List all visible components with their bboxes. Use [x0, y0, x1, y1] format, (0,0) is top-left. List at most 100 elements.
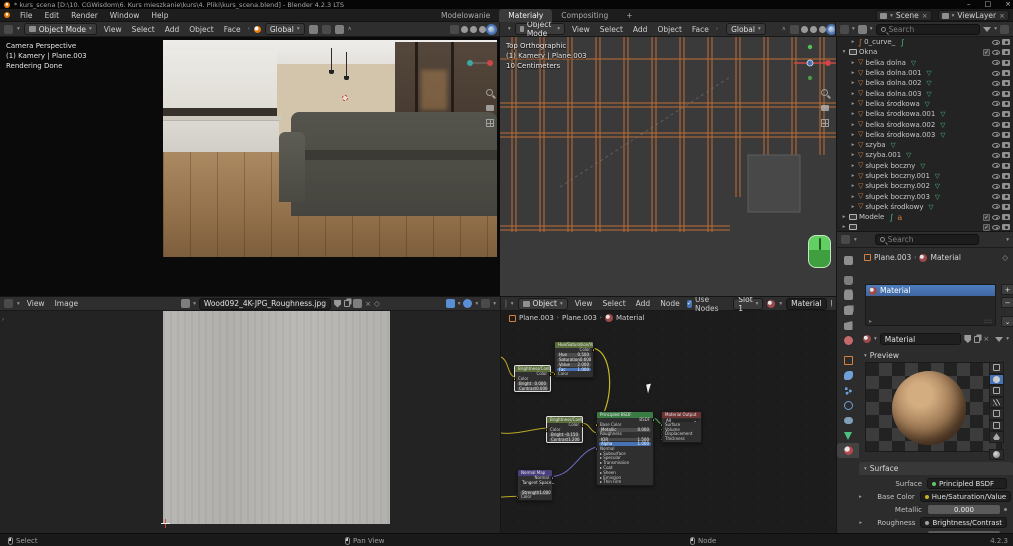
- toolbar-toggle-icon[interactable]: ›: [2, 317, 4, 323]
- node-canvas[interactable]: Plane.003› Plane.003› Material Hue/Satur…: [501, 311, 836, 533]
- hide-viewport-eye-icon[interactable]: [992, 184, 1000, 189]
- material-slot-list[interactable]: Material ▸::::: [865, 284, 996, 326]
- menu-select[interactable]: Select: [600, 299, 629, 308]
- disable-render-camera-icon[interactable]: [1002, 70, 1010, 76]
- gizmo-icon[interactable]: [446, 299, 455, 308]
- hide-viewport-eye-icon[interactable]: [992, 50, 1000, 55]
- preview-shape-cloth[interactable]: [989, 420, 1004, 432]
- node-principled[interactable]: Principled BSDFBSDFBase ColorMetallic0.0…: [596, 411, 654, 486]
- expander-icon[interactable]: ▸: [841, 224, 847, 230]
- node-link-field[interactable]: Hue/Saturation/Value: [920, 491, 1011, 502]
- outliner-search-input[interactable]: Search: [876, 24, 981, 35]
- outliner-item-label[interactable]: słupek boczny.001: [865, 172, 930, 180]
- pin-icon[interactable]: ◇: [374, 299, 380, 308]
- disable-render-camera-icon[interactable]: [1002, 214, 1010, 220]
- outliner-row[interactable]: ▸▽belka dolna.003▽: [837, 88, 1013, 98]
- outliner-row[interactable]: ▸▽słupek boczny.003▽: [837, 191, 1013, 201]
- menu-image[interactable]: Image: [52, 299, 82, 308]
- outliner-item-label[interactable]: belka dolna: [865, 59, 906, 67]
- node-socket[interactable]: [549, 373, 552, 376]
- outliner-row[interactable]: ▸▽belka środkowa.001▽: [837, 109, 1013, 119]
- disable-render-camera-icon[interactable]: [1002, 132, 1010, 138]
- expander-icon[interactable]: ▸: [850, 142, 856, 148]
- outliner-item-label[interactable]: belka dolna.001: [865, 69, 921, 77]
- menu-object[interactable]: Object: [186, 25, 216, 34]
- editor-type-icon[interactable]: [4, 25, 13, 34]
- outliner-item-label[interactable]: belka środkowa.003: [865, 131, 935, 139]
- node-socket[interactable]: [545, 428, 548, 431]
- scene-unlink-icon[interactable]: ×: [922, 12, 928, 20]
- minimize-button[interactable]: –: [967, 0, 971, 8]
- add-slot-button[interactable]: +: [1001, 284, 1013, 295]
- outliner-row[interactable]: ▾Okna✓: [837, 47, 1013, 57]
- hide-viewport-eye-icon[interactable]: [992, 122, 1000, 127]
- preview-shape-flat[interactable]: [989, 362, 1004, 374]
- expander-icon[interactable]: ▸: [841, 214, 847, 220]
- expander-icon[interactable]: ▸: [850, 132, 856, 138]
- hide-viewport-eye-icon[interactable]: [992, 81, 1000, 86]
- expander-icon[interactable]: ▸: [850, 91, 856, 97]
- shader-type-dropdown[interactable]: Object▾: [518, 298, 568, 310]
- shader-editor-type-icon[interactable]: [505, 299, 507, 308]
- properties-tab-world[interactable]: [837, 333, 859, 348]
- shading-solid-icon[interactable]: [810, 26, 817, 33]
- menu-face[interactable]: Face: [221, 25, 244, 34]
- disable-render-camera-icon[interactable]: [1002, 163, 1010, 169]
- expander-icon[interactable]: ▸: [850, 173, 856, 179]
- outliner-row[interactable]: ▸▽słupek boczny.001▽: [837, 171, 1013, 181]
- node-output[interactable]: Material OutputAll⌄SurfaceVolumeDisplace…: [661, 411, 702, 443]
- outliner-item-label[interactable]: belka środkowa.001: [865, 110, 935, 118]
- disable-render-camera-icon[interactable]: [1002, 224, 1010, 230]
- disable-render-camera-icon[interactable]: [1002, 39, 1010, 45]
- axis-y-ball[interactable]: [808, 45, 812, 49]
- preview-shape-cube[interactable]: [989, 385, 1004, 397]
- expander-icon[interactable]: ▸: [850, 39, 856, 45]
- outliner-item-label[interactable]: słupek boczny.003: [865, 193, 930, 201]
- preview-shape-shaderball[interactable]: [989, 408, 1004, 420]
- outliner-row[interactable]: ▸▽belka środkowa.003▽: [837, 130, 1013, 140]
- pivot-point-icon[interactable]: [309, 25, 318, 34]
- exclude-checkbox[interactable]: ✓: [983, 49, 990, 56]
- properties-tab-tool[interactable]: [837, 253, 859, 268]
- properties-tab-scene[interactable]: [837, 318, 859, 333]
- expander-icon[interactable]: ▸: [850, 194, 856, 200]
- properties-options-icon[interactable]: ▾: [1006, 237, 1009, 243]
- properties-search-input[interactable]: Search: [875, 234, 979, 245]
- material-name-field[interactable]: Material: [880, 333, 962, 345]
- hide-viewport-eye-icon[interactable]: [992, 194, 1000, 199]
- fake-user-icon[interactable]: [831, 300, 832, 308]
- axis-gizmo[interactable]: [462, 51, 498, 79]
- hide-viewport-eye-icon[interactable]: [992, 225, 1000, 230]
- properties-tab-object[interactable]: [837, 353, 859, 368]
- image-browse-icon[interactable]: [181, 299, 190, 308]
- node-link-field[interactable]: Brightness/Contrast: [920, 517, 1007, 528]
- hide-viewport-eye-icon[interactable]: [992, 60, 1000, 65]
- expander-icon[interactable]: ▸: [850, 163, 856, 169]
- slot-specials-icon[interactable]: ⌄: [1001, 316, 1013, 327]
- outliner-editor-type-icon[interactable]: [840, 25, 849, 34]
- hide-viewport-eye-icon[interactable]: [992, 153, 1000, 158]
- disable-render-camera-icon[interactable]: [1002, 111, 1010, 117]
- outliner-row[interactable]: ▸▽słupek środkowy▽: [837, 202, 1013, 212]
- outliner-item-label[interactable]: szyba: [865, 141, 885, 149]
- node-socket[interactable]: [595, 447, 598, 450]
- add-workspace-button[interactable]: +: [617, 9, 641, 22]
- menu-overflow-icon[interactable]: ›: [248, 26, 250, 32]
- mode-dropdown[interactable]: Object Mode▾: [515, 23, 565, 35]
- menu-file[interactable]: File: [14, 11, 39, 20]
- hide-viewport-eye-icon[interactable]: [992, 132, 1000, 137]
- hide-viewport-eye-icon[interactable]: [992, 204, 1000, 209]
- pack-image-icon[interactable]: [353, 299, 362, 308]
- material-browse-icon[interactable]: [863, 335, 871, 343]
- menu-view[interactable]: View: [24, 299, 48, 308]
- outliner-item-label[interactable]: belka środkowa.002: [865, 121, 935, 129]
- outliner-row[interactable]: ▸✓: [837, 222, 1013, 231]
- menu-overflow-icon[interactable]: ›: [716, 26, 718, 32]
- outliner-row[interactable]: ▸∫0_curve_∫: [837, 37, 1013, 47]
- display-options-icon[interactable]: [481, 299, 490, 308]
- node-socket[interactable]: [516, 496, 519, 499]
- expander-icon[interactable]: ▸: [850, 101, 856, 107]
- disable-render-camera-icon[interactable]: [1002, 91, 1010, 97]
- properties-tab-physics[interactable]: [837, 398, 859, 413]
- camera-view-icon[interactable]: [486, 103, 495, 112]
